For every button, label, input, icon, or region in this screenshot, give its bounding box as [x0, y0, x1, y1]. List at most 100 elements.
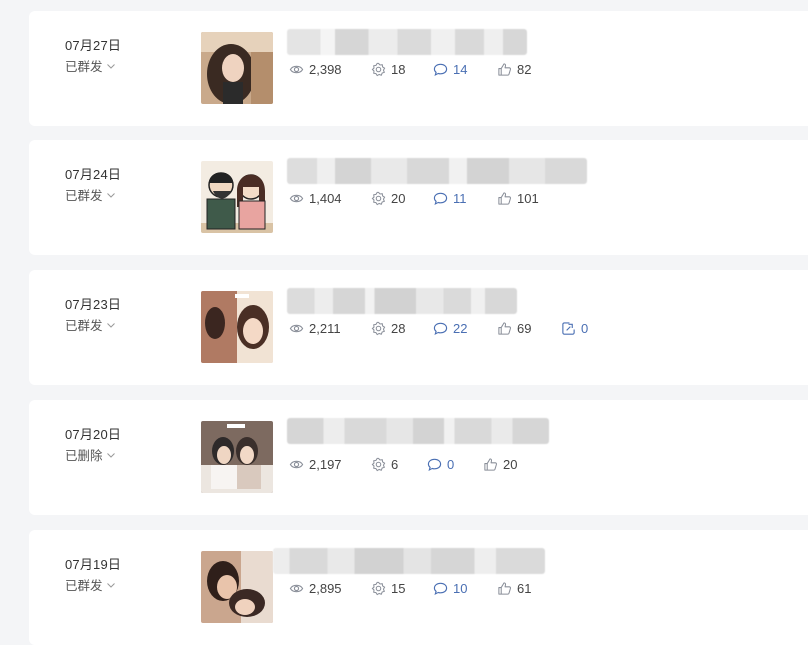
comment-bubble-icon — [433, 582, 448, 596]
eye-icon — [289, 65, 304, 74]
likes-count: 101 — [517, 191, 539, 206]
shares-count: 6 — [391, 457, 399, 472]
post-card: 07月20日 已删除 2,197 6 0 20 — [29, 400, 808, 515]
post-status-dropdown[interactable]: 已删除 — [65, 445, 116, 464]
shares-stat: 20 — [371, 191, 433, 206]
views-stat: 2,197 — [289, 457, 371, 472]
post-title-blurred[interactable] — [287, 418, 549, 444]
post-thumbnail[interactable] — [201, 161, 273, 233]
eye-icon — [289, 194, 304, 203]
eye-icon — [289, 460, 304, 469]
post-status-label: 已删除 — [65, 449, 103, 463]
post-status-dropdown[interactable]: 已群发 — [65, 56, 116, 75]
post-status-dropdown[interactable]: 已群发 — [65, 315, 116, 334]
likes-stat: 61 — [497, 581, 559, 596]
comments-count: 22 — [453, 321, 468, 336]
post-thumbnail[interactable] — [201, 421, 273, 493]
post-title-blurred[interactable] — [287, 29, 527, 55]
comments-stat[interactable]: 10 — [433, 581, 497, 596]
comment-bubble-icon — [427, 458, 442, 472]
post-title-blurred[interactable] — [287, 288, 517, 314]
likes-count: 69 — [517, 321, 532, 336]
chevron-down-icon — [106, 453, 115, 458]
thumbs-up-icon — [484, 458, 497, 471]
chevron-down-icon — [106, 323, 115, 328]
post-date: 07月24日 — [65, 167, 122, 182]
shares-count: 20 — [391, 191, 406, 206]
likes-stat: 82 — [497, 62, 559, 77]
views-stat: 2,398 — [289, 62, 371, 77]
post-card: 07月19日 已群发 2,895 15 10 61 — [29, 530, 808, 645]
post-thumbnail[interactable] — [201, 551, 273, 623]
thumbs-up-icon — [498, 322, 511, 335]
post-status-dropdown[interactable]: 已群发 — [65, 575, 116, 594]
comments-count: 10 — [453, 581, 468, 596]
shares-count: 15 — [391, 581, 406, 596]
post-status-label: 已群发 — [65, 60, 103, 74]
post-card: 07月24日 已群发 1,404 20 11 101 — [29, 140, 808, 255]
post-status-dropdown[interactable]: 已群发 — [65, 185, 116, 204]
post-date: 07月19日 — [65, 557, 122, 572]
post-status-label: 已群发 — [65, 319, 103, 333]
shares-stat: 6 — [371, 457, 427, 472]
forward-icon — [562, 322, 575, 335]
views-count: 2,895 — [309, 581, 342, 596]
likes-count: 20 — [503, 457, 518, 472]
post-thumbnail[interactable] — [201, 291, 273, 363]
post-stats: 2,398 18 14 82 — [289, 62, 559, 77]
post-card: 07月23日 已群发 2,211 28 22 69 0 — [29, 270, 808, 385]
post-date: 07月20日 — [65, 427, 122, 442]
forwards-count: 0 — [581, 321, 589, 336]
post-thumbnail[interactable] — [201, 32, 273, 104]
views-count: 1,404 — [309, 191, 342, 206]
views-stat: 1,404 — [289, 191, 371, 206]
post-stats: 2,895 15 10 61 — [289, 581, 559, 596]
views-stat: 2,211 — [289, 321, 371, 336]
post-stats: 1,404 20 11 101 — [289, 191, 559, 206]
comments-stat[interactable]: 0 — [427, 457, 483, 472]
shares-count: 18 — [391, 62, 406, 77]
likes-stat: 69 — [497, 321, 561, 336]
post-status-label: 已群发 — [65, 579, 103, 593]
comments-stat[interactable]: 22 — [433, 321, 497, 336]
chevron-down-icon — [106, 193, 115, 198]
comments-count: 0 — [447, 457, 455, 472]
chevron-down-icon — [106, 583, 115, 588]
eye-icon — [289, 324, 304, 333]
post-status-label: 已群发 — [65, 189, 103, 203]
thumbs-up-icon — [498, 192, 511, 205]
post-title-blurred[interactable] — [287, 158, 587, 184]
gear-share-icon — [371, 581, 386, 596]
gear-share-icon — [371, 457, 386, 472]
shares-stat: 28 — [371, 321, 433, 336]
forwards-stat[interactable]: 0 — [561, 321, 601, 336]
comments-stat[interactable]: 14 — [433, 62, 497, 77]
likes-stat: 101 — [497, 191, 559, 206]
thumbs-up-icon — [498, 63, 511, 76]
comment-bubble-icon — [433, 322, 448, 336]
chevron-down-icon — [106, 64, 115, 69]
comment-bubble-icon — [433, 192, 448, 206]
post-title-blurred[interactable] — [273, 548, 545, 574]
likes-stat: 20 — [483, 457, 543, 472]
comments-count: 11 — [453, 191, 467, 206]
views-count: 2,398 — [309, 62, 342, 77]
comments-count: 14 — [453, 62, 468, 77]
eye-icon — [289, 584, 304, 593]
post-date: 07月23日 — [65, 297, 122, 312]
views-count: 2,211 — [309, 321, 341, 336]
likes-count: 82 — [517, 62, 532, 77]
gear-share-icon — [371, 321, 386, 336]
comment-bubble-icon — [433, 63, 448, 77]
shares-count: 28 — [391, 321, 406, 336]
likes-count: 61 — [517, 581, 532, 596]
comments-stat[interactable]: 11 — [433, 191, 497, 206]
post-stats: 2,197 6 0 20 — [289, 457, 543, 472]
shares-stat: 18 — [371, 62, 433, 77]
views-count: 2,197 — [309, 457, 342, 472]
thumbs-up-icon — [498, 582, 511, 595]
gear-share-icon — [371, 191, 386, 206]
post-stats: 2,211 28 22 69 0 — [289, 321, 601, 336]
shares-stat: 15 — [371, 581, 433, 596]
post-date: 07月27日 — [65, 38, 122, 53]
